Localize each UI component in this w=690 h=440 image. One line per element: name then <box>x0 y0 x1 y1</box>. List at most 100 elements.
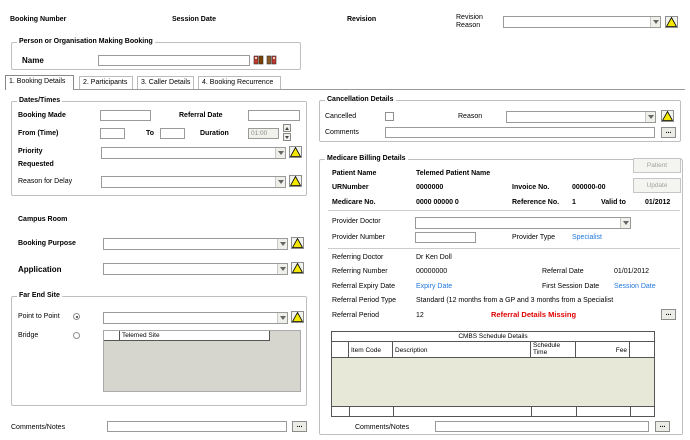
warning-icon[interactable] <box>665 16 678 28</box>
cmbs-title: CMBS Schedule Details <box>332 332 654 342</box>
cmbs-footer-divider <box>576 406 577 416</box>
medicare-comments-ellipsis-button[interactable]: ... <box>655 421 670 432</box>
duration-input[interactable]: 01:00 <box>248 128 279 139</box>
comments-notes-input[interactable] <box>107 421 287 432</box>
provider-doctor-label: Provider Doctor <box>332 218 381 225</box>
cmbs-col-description[interactable]: Description <box>393 342 531 358</box>
reason-delay-select[interactable] <box>101 176 286 188</box>
referral-date-label: Referral Date <box>179 112 223 119</box>
patient-button[interactable]: Patient <box>633 158 681 173</box>
referral-date-input[interactable] <box>248 110 300 121</box>
referral-expiry-value[interactable]: Expiry Date <box>416 283 452 290</box>
person-search-icon[interactable] <box>253 54 265 66</box>
name-label: Name <box>22 56 44 65</box>
reference-label: Reference No. <box>512 199 560 206</box>
provider-number-input[interactable] <box>415 232 476 243</box>
medicare-group-title: Medicare Billing Details <box>325 155 408 162</box>
chevron-down-icon[interactable] <box>275 148 285 158</box>
tab-booking-details[interactable]: 1. Booking Details <box>5 75 74 90</box>
provider-type-value[interactable]: Specialist <box>572 234 602 241</box>
revision-reason-select[interactable] <box>503 16 661 28</box>
cmbs-row-selector <box>332 342 349 358</box>
warning-icon[interactable] <box>291 311 304 323</box>
warning-icon[interactable] <box>289 175 302 187</box>
from-time-input[interactable] <box>100 128 125 139</box>
chevron-down-icon[interactable] <box>645 112 655 122</box>
to-time-input[interactable] <box>160 128 185 139</box>
bridge-label: Bridge <box>18 332 39 339</box>
tab-caller-details[interactable]: 3. Caller Details <box>137 76 194 89</box>
referral-expiry-label: Referral Expiry Date <box>332 283 396 290</box>
referral-missing-text: Referral Details Missing <box>491 310 577 319</box>
chevron-down-icon[interactable] <box>620 218 630 228</box>
chevron-down-icon[interactable] <box>277 264 287 274</box>
far-end-site-select[interactable] <box>103 312 288 324</box>
booking-number-label: Booking Number <box>10 16 67 23</box>
comments-notes-ellipsis-button[interactable]: ... <box>292 421 307 432</box>
referring-number-label: Referring Number <box>332 268 388 275</box>
tab-participants[interactable]: 2. Participants <box>79 76 133 89</box>
chevron-down-icon[interactable] <box>650 17 660 27</box>
cmbs-col-item-code[interactable]: Item Code <box>349 342 393 358</box>
warning-icon[interactable] <box>661 110 674 122</box>
referral-date-label-right: Referral Date <box>542 268 584 275</box>
bridge-radio[interactable] <box>73 332 80 339</box>
reference-value: 1 <box>572 199 576 206</box>
chevron-down-icon[interactable] <box>277 313 287 323</box>
referral-period-type-label: Referral Period Type <box>332 297 397 304</box>
cmbs-grid[interactable]: CMBS Schedule Details Item Code Descript… <box>331 331 655 417</box>
first-session-label: First Session Date <box>542 283 600 290</box>
cmbs-col-fee[interactable]: Fee <box>576 342 630 358</box>
urnumber-label: URNumber <box>332 184 369 191</box>
priority-select[interactable] <box>101 147 286 159</box>
to-label: To <box>146 130 155 137</box>
chevron-down-icon[interactable] <box>275 177 285 187</box>
duration-down-icon[interactable] <box>283 133 291 141</box>
referring-doctor-label: Referring Doctor <box>332 254 384 261</box>
cancellation-comments-ellipsis-button[interactable]: ... <box>661 127 676 138</box>
medicare-comments-label: Comments/Notes <box>355 424 410 431</box>
update-button[interactable]: Update <box>633 178 681 193</box>
tab-booking-recurrence[interactable]: 4. Booking Recurrence <box>198 76 281 89</box>
warning-icon[interactable] <box>289 146 302 158</box>
dates-group-title: Dates/Times <box>17 97 63 104</box>
cmbs-col-schedule-time[interactable]: Schedule Time <box>531 342 576 358</box>
telemed-site-list[interactable]: Telemed Site <box>103 330 301 392</box>
referring-doctor-value: Dr Ken Doll <box>416 254 452 261</box>
referral-period-label: Referral Period <box>332 312 380 319</box>
name-input[interactable] <box>98 55 250 66</box>
warning-icon[interactable] <box>291 262 304 274</box>
valid-to-label: Valid to <box>601 199 626 206</box>
medicare-comments-input[interactable] <box>435 421 649 432</box>
tab-strip-line <box>5 89 685 90</box>
invoice-value: 000000-00 <box>572 184 606 191</box>
cancellation-reason-label: Reason <box>458 113 483 120</box>
telemed-site-column-header[interactable]: Telemed Site <box>120 331 270 341</box>
organisation-search-icon[interactable] <box>266 54 278 66</box>
point-to-point-radio[interactable] <box>73 313 80 320</box>
referral-ellipsis-button[interactable]: ... <box>661 309 676 320</box>
application-select[interactable] <box>103 263 288 275</box>
booking-made-input[interactable] <box>100 110 151 121</box>
revision-reason-label-2: Reason <box>456 22 481 29</box>
medicare-divider-2 <box>328 248 680 249</box>
referral-period-type-value: Standard (12 months from a GP and 3 mont… <box>416 297 614 304</box>
from-time-label: From (Time) <box>18 130 59 137</box>
booking-purpose-label: Booking Purpose <box>18 240 76 247</box>
priority-label: Priority <box>18 148 43 155</box>
first-session-value[interactable]: Session Date <box>614 283 656 290</box>
cancellation-comments-input[interactable] <box>385 127 655 138</box>
duration-up-icon[interactable] <box>283 124 291 132</box>
revision-reason-label: Revision <box>456 14 483 21</box>
cancelled-checkbox[interactable] <box>385 112 394 121</box>
booking-purpose-select[interactable] <box>103 238 288 250</box>
provider-doctor-select[interactable] <box>415 217 631 229</box>
duration-label: Duration <box>200 130 229 137</box>
session-date-label: Session Date <box>172 16 216 23</box>
cancellation-reason-select[interactable] <box>506 111 656 123</box>
chevron-down-icon[interactable] <box>277 239 287 249</box>
far-end-group-title: Far End Site <box>17 292 62 299</box>
urnumber-value: 0000000 <box>416 184 444 191</box>
referral-date-value: 01/01/2012 <box>614 268 650 275</box>
warning-icon[interactable] <box>291 237 304 249</box>
